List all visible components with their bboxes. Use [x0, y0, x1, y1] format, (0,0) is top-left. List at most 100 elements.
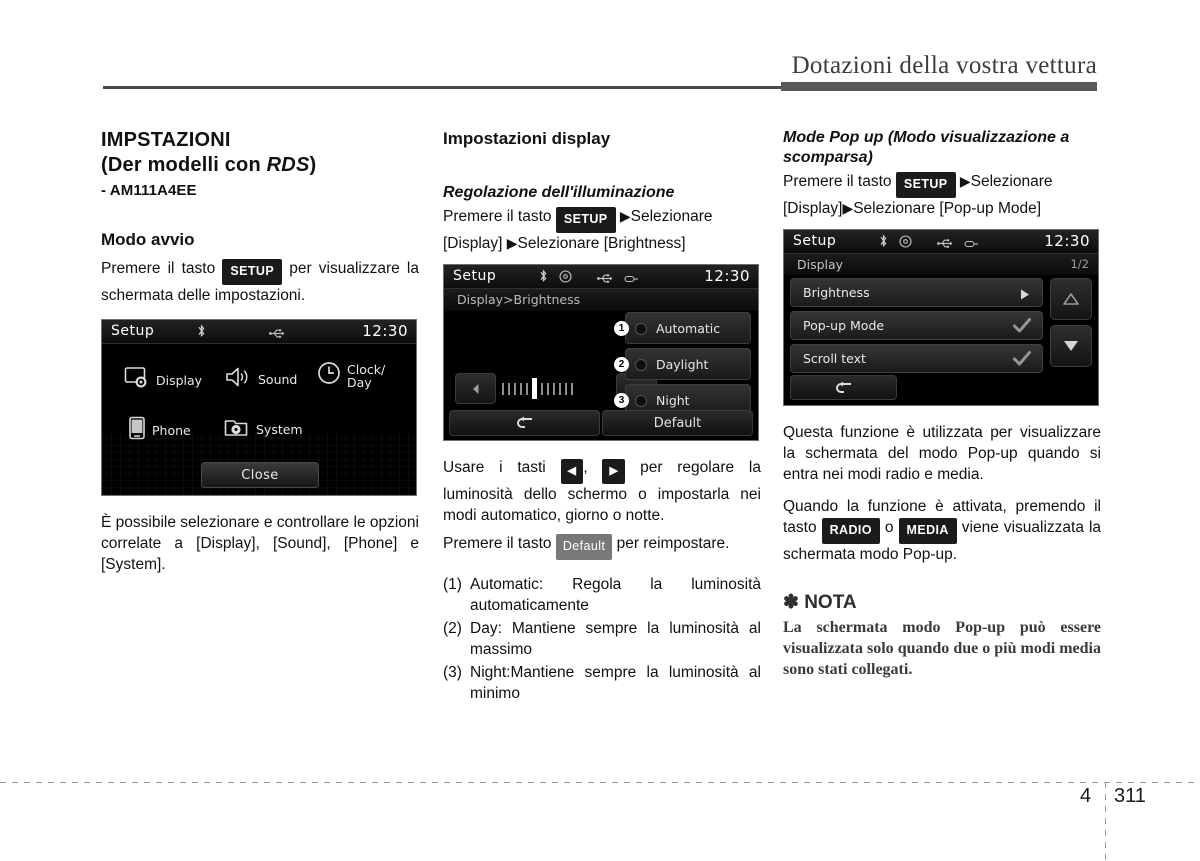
list-item-brightness[interactable]: Brightness: [790, 278, 1043, 307]
scroll-down-button[interactable]: [1050, 325, 1092, 367]
brightness-modes-list: (1) Automatic: Regola la luminosità autom…: [443, 574, 761, 704]
tick: [547, 382, 549, 395]
back-icon: [516, 416, 532, 428]
display-gear-icon: [124, 366, 150, 395]
radio-icon: [635, 359, 647, 371]
heading-regolazione-illuminazione: Regolazione dell'illuminazione: [443, 184, 675, 201]
arrow-pointer-icon: ▶: [842, 200, 854, 216]
option-automatic[interactable]: 1 Automatic: [614, 312, 751, 344]
status-bar: Setup 12:30: [444, 265, 758, 289]
paragraph-pre-text: Premere il tasto: [101, 260, 216, 277]
list-item-text: Automatic: Regola la luminosità automati…: [470, 576, 761, 614]
list-item-number: (3): [443, 664, 462, 681]
paragraph-pre-text: Usare i tasti: [443, 459, 546, 476]
bluetooth-icon: [197, 324, 206, 338]
status-bar-clock: 12:30: [704, 267, 750, 285]
status-bar-clock: 12:30: [1044, 232, 1090, 250]
screen-bottom-bar: Default: [444, 410, 758, 440]
paragraph-popup-path: Premere il tasto SETUP ▶Selezionare [Dis…: [783, 171, 1101, 219]
column-right: Mode Pop up (Modo visualizzazione a scom…: [783, 128, 1101, 680]
section-heading-line2-pre: (Der modelli con: [101, 154, 267, 176]
note-heading: ✽ NOTA: [783, 592, 857, 613]
list-item: (3) Night:Mantiene sempre la luminosità a…: [443, 662, 761, 704]
brightness-decrease-button[interactable]: [455, 373, 496, 404]
brightness-level-indicator: [502, 375, 607, 402]
paragraph-options-info: È possibile selezionare e controllare le…: [101, 514, 419, 573]
header-rule-thin: [103, 86, 781, 89]
back-button[interactable]: [790, 375, 897, 400]
bluetooth-icon: [539, 269, 548, 283]
list-item-scroll-text[interactable]: Scroll text: [790, 344, 1043, 373]
tick: [514, 382, 516, 395]
menu-item-sound[interactable]: Sound: [224, 366, 297, 393]
option-daylight[interactable]: 2 Daylight: [614, 348, 751, 380]
list-item: (2) Day: Mantiene sempre la luminosità al…: [443, 618, 761, 660]
brightness-screenshot: Setup 12:30 Display>Brightness 1 Automat…: [443, 264, 759, 441]
menu-item-clock-day[interactable]: Clock/ Day: [317, 361, 385, 390]
subsection-modo-avvio: Modo avvio: [101, 230, 195, 249]
list-item-text: Night:Mantiene sempre la luminosità al m…: [470, 664, 761, 702]
usb-icon: [597, 271, 613, 283]
clock-icon: [317, 361, 341, 390]
scroll-up-button[interactable]: [1050, 278, 1092, 320]
tick: [502, 382, 504, 395]
tick: [541, 382, 543, 395]
list-item-popup-mode[interactable]: Pop-up Mode: [790, 311, 1043, 340]
page-header: Dotazioni della vostra vettura: [0, 0, 1200, 100]
setup-home-screenshot: Setup 12:30 Display Sound Clock/ Day Pho…: [101, 319, 417, 496]
list-item-number: (1): [443, 576, 462, 593]
disc-icon: [559, 269, 572, 283]
arrow-pointer-icon: ▶: [619, 208, 631, 224]
status-bar-title: Setup: [453, 268, 497, 284]
footer-divider: [0, 782, 1200, 783]
paragraph-or: o: [884, 519, 894, 536]
usb-icon: [937, 236, 953, 248]
paragraph-end-text: Selezionare [Brightness]: [517, 235, 686, 252]
menu-item-display-label: Display: [156, 373, 203, 388]
option-daylight-label: Daylight: [656, 356, 709, 372]
status-bar-icons: [539, 269, 639, 283]
list-item-number: (2): [443, 620, 462, 637]
model-code: - AM111A4EE: [101, 182, 197, 199]
setup-key-chip: SETUP: [222, 259, 283, 285]
paragraph-function-description: Questa funzione è utilizzata per visuali…: [783, 424, 1101, 483]
paragraph-modo-avvio: Premere il tasto SETUP per visualizzare …: [101, 258, 419, 306]
breadcrumb: Display: [784, 254, 1098, 275]
status-bar-icons: [197, 324, 285, 338]
default-button[interactable]: Default: [602, 410, 753, 436]
close-button[interactable]: Close: [201, 462, 319, 488]
arrow-pointer-icon: ▶: [959, 173, 971, 189]
menu-item-sound-label: Sound: [258, 372, 298, 387]
subsection-impostazioni-display: Impostazioni display: [443, 129, 611, 148]
callout-number-1: 1: [614, 321, 629, 336]
status-bar: Setup 12:30: [784, 230, 1098, 254]
paragraph-pre-text: Premere il tasto: [443, 208, 552, 225]
bluetooth-icon: [879, 234, 888, 248]
list-item: (1) Automatic: Regola la luminosità autom…: [443, 574, 761, 616]
right-arrow-chip: ▶: [602, 459, 626, 484]
disc-icon: [899, 234, 912, 248]
menu-item-display[interactable]: Display: [124, 366, 202, 395]
list-item-scroll-text-label: Scroll text: [803, 351, 866, 366]
tick: [526, 382, 528, 395]
paragraph-end-text: Selezionare [Pop-up Mode]: [853, 200, 1042, 217]
chevron-right-icon: [1020, 288, 1030, 303]
paragraph-usage: Usare i tasti ◀, ▶ per regolare la lumin…: [443, 459, 761, 524]
back-icon: [835, 381, 851, 393]
paragraph-pre-text: Premere il tasto: [783, 173, 892, 190]
tick: [565, 382, 567, 395]
setup-key-chip: SETUP: [555, 207, 616, 233]
note-body: La schermata modo Pop-up può essere visu…: [783, 619, 1101, 678]
menu-item-clock-day-label: Clock/ Day: [347, 361, 386, 390]
list-item-brightness-label: Brightness: [803, 285, 870, 300]
aux-icon: [964, 236, 979, 248]
tick: [559, 382, 561, 395]
page-indicator: 1/2: [1070, 257, 1089, 271]
breadcrumb: Display>Brightness: [444, 289, 758, 311]
column-middle: Impostazioni display Regolazione dell'il…: [443, 128, 761, 706]
option-night-label: Night: [656, 392, 690, 408]
scroll-up-icon: [1063, 293, 1079, 305]
display-menu-screenshot: Setup 12:30 Display 1/2 Brightness Pop-u…: [783, 229, 1099, 406]
tick: [520, 382, 522, 395]
back-button[interactable]: [449, 410, 600, 436]
